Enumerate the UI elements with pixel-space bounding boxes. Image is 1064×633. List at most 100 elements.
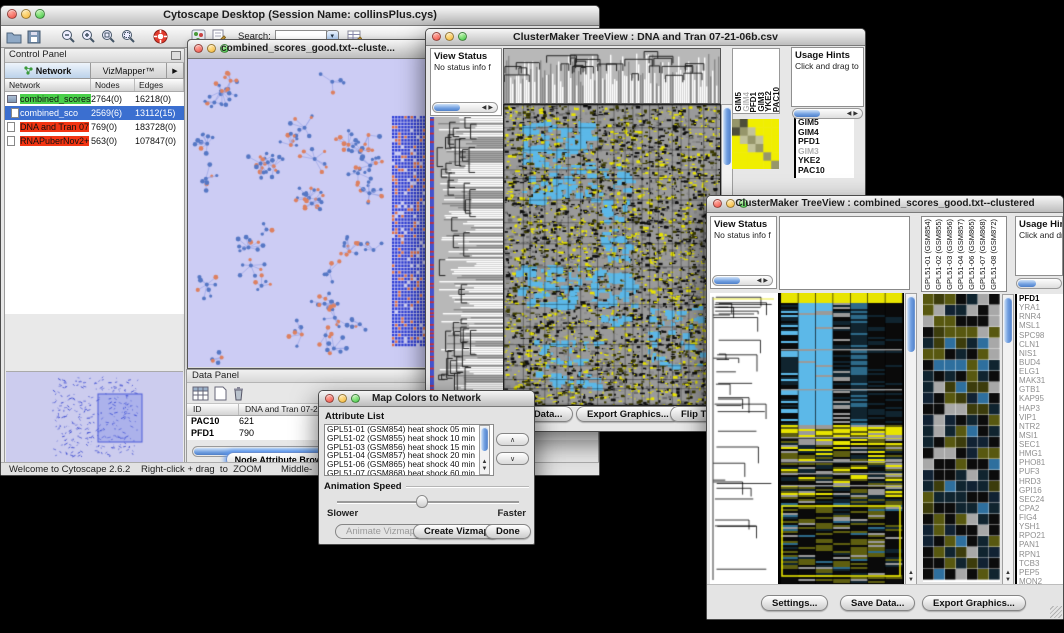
gene-label[interactable]: MAK31 [1019, 376, 1063, 385]
gene-label[interactable]: GTB1 [1019, 385, 1063, 394]
scroll-down-icon[interactable]: ▼ [906, 577, 916, 584]
col-nodes[interactable]: Nodes [91, 79, 135, 91]
new-attribute-icon[interactable] [214, 386, 227, 401]
column-label[interactable]: PAC10 [772, 87, 780, 112]
scroll-up-icon[interactable]: ▲ [1003, 570, 1013, 577]
column-label[interactable]: GIM5 [734, 92, 742, 112]
gene-label[interactable]: PHO81 [1019, 458, 1063, 467]
treeview-dna-titlebar[interactable]: ClusterMaker TreeView : DNA and Tran 07-… [426, 29, 865, 46]
gene-label[interactable]: CLN1 [1019, 340, 1063, 349]
vertical-scrollbar[interactable]: ▲ ▼ [1002, 294, 1014, 586]
horizontal-scrollbar[interactable]: ◀▶ [432, 102, 498, 113]
table-row[interactable]: combined_sco 2569(6) 13112(15) [5, 106, 184, 120]
col-network[interactable]: Network [5, 79, 91, 91]
gene-label[interactable]: SEC24 [1019, 495, 1063, 504]
gene-label[interactable]: RPO21 [1019, 531, 1063, 540]
gene-label[interactable]: KAP95 [1019, 394, 1063, 403]
gene-label[interactable]: NTR2 [1019, 422, 1063, 431]
row-dendrogram-canvas[interactable] [710, 293, 778, 586]
main-titlebar[interactable]: Cytoscape Desktop (Session Name: collins… [1, 6, 599, 26]
scrollbar-thumb[interactable] [907, 296, 915, 352]
scroll-right-icon[interactable]: ▶ [853, 111, 860, 117]
gene-label[interactable]: SEC1 [1019, 440, 1063, 449]
move-up-button[interactable]: ∧ [496, 433, 529, 446]
vertical-scrollbar[interactable]: ▲ ▼ [905, 293, 917, 586]
gene-label[interactable]: VIP1 [1019, 413, 1063, 422]
scroll-down-icon[interactable]: ▼ [1003, 577, 1013, 584]
select-attributes-icon[interactable] [192, 386, 209, 401]
vertical-scrollbar[interactable]: ▲ ▼ [479, 425, 490, 475]
zoom-heatmap-canvas[interactable] [923, 294, 1000, 582]
birdseye-overview[interactable] [6, 371, 183, 461]
table-row[interactable]: combined_scores 2764(0) 16218(0) [5, 92, 184, 106]
done-button[interactable]: Done [485, 524, 531, 539]
scrollbar-thumb[interactable] [723, 107, 731, 165]
save-icon[interactable] [24, 27, 44, 46]
scrollbar-thumb[interactable] [794, 110, 820, 117]
column-label[interactable]: GPL51-08 (GSM872) [989, 219, 1000, 290]
column-label[interactable]: GPL51-07 (GSM868) [978, 219, 989, 290]
column-label[interactable]: GPL51-03 (GSM856) [945, 219, 956, 290]
gene-label[interactable]: ELG1 [1019, 367, 1063, 376]
attribute-list[interactable]: GPL51-01 (GSM854) heat shock 05 minGPL51… [324, 424, 494, 476]
birdseye-canvas[interactable] [6, 372, 183, 462]
open-file-icon[interactable] [4, 27, 24, 46]
scrollbar-thumb[interactable] [434, 104, 460, 111]
column-label[interactable]: PFD1 [749, 92, 757, 112]
scrollbar-thumb[interactable] [1004, 297, 1012, 343]
col-edges[interactable]: Edges [135, 79, 184, 91]
speed-slider-thumb[interactable] [416, 495, 428, 508]
attribute-item[interactable]: GPL51-07 (GSM868) heat shock 60 min [325, 469, 493, 476]
gene-label[interactable]: PAN1 [1019, 540, 1063, 549]
row-dendrogram-canvas[interactable] [430, 117, 503, 404]
scroll-up-icon[interactable]: ▲ [480, 459, 489, 466]
zoom-selected-icon[interactable] [98, 27, 118, 46]
column-label[interactable]: GPL51-04 (GSM857) [956, 219, 967, 290]
horizontal-scrollbar[interactable]: ◀▶ [712, 275, 773, 286]
gene-label[interactable]: FIG4 [1019, 513, 1063, 522]
table-row[interactable]: RNAPuberNov2+ 563(0) 107847(0) [5, 134, 184, 148]
gene-label[interactable]: TCB3 [1019, 559, 1063, 568]
gene-label[interactable]: HRD3 [1019, 477, 1063, 486]
column-label[interactable]: YKE2 [764, 91, 772, 112]
save-data-button[interactable]: Save Data... [840, 595, 915, 611]
gene-label[interactable]: NIS1 [1019, 349, 1063, 358]
horizontal-scrollbar[interactable]: ◀▶ [792, 108, 863, 119]
export-graphics-button[interactable]: Export Graphics... [576, 406, 680, 422]
column-label[interactable]: GPL51-06 (GSM865) [967, 219, 978, 290]
heatmap-canvas[interactable] [780, 293, 904, 586]
float-panel-icon[interactable] [171, 51, 181, 60]
gene-label[interactable]: PEP5 [1019, 568, 1063, 577]
gene-label[interactable]: MSI1 [1019, 431, 1063, 440]
tab-overflow-button[interactable]: ▶ [167, 63, 184, 78]
scrollbar-thumb[interactable] [481, 427, 488, 451]
heatmap-canvas[interactable] [503, 104, 721, 406]
gene-label[interactable]: HMG1 [1019, 449, 1063, 458]
network-view-titlebar[interactable]: combined_scores_good.txt--cluste... [188, 40, 428, 59]
column-label[interactable]: GPL51-02 (GSM855) [934, 219, 945, 290]
scrollbar-thumb[interactable] [714, 277, 740, 284]
scroll-up-icon[interactable]: ▲ [906, 570, 916, 577]
gene-label[interactable]: CPA2 [1019, 504, 1063, 513]
scroll-down-icon[interactable]: ▼ [480, 466, 489, 473]
gene-label[interactable]: GPI16 [1019, 486, 1063, 495]
gene-label[interactable]: YRA1 [1019, 303, 1063, 312]
export-graphics-button[interactable]: Export Graphics... [922, 595, 1026, 611]
row-label[interactable]: PAC10 [798, 166, 854, 176]
gene-label[interactable]: RPN1 [1019, 550, 1063, 559]
column-dendrogram-panel[interactable] [779, 216, 910, 290]
column-label[interactable]: GPL51-01 (GSM854) [923, 219, 934, 290]
gene-label[interactable]: MSL1 [1019, 321, 1063, 330]
table-row[interactable]: DNA and Tran 07 769(0) 183728(0) [5, 120, 184, 134]
col-id[interactable]: ID [187, 404, 239, 415]
horizontal-scrollbar[interactable] [1016, 278, 1062, 289]
gene-label[interactable]: RNR4 [1019, 312, 1063, 321]
zoom-fit-icon[interactable] [118, 27, 138, 46]
gene-label[interactable]: HAP3 [1019, 404, 1063, 413]
help-lifesaver-icon[interactable] [150, 27, 170, 46]
move-down-button[interactable]: ∨ [496, 452, 529, 465]
gene-label[interactable]: SPC98 [1019, 331, 1063, 340]
zoom-out-icon[interactable] [58, 27, 78, 46]
settings-button[interactable]: Settings... [761, 595, 828, 611]
delete-attribute-icon[interactable] [232, 386, 245, 401]
